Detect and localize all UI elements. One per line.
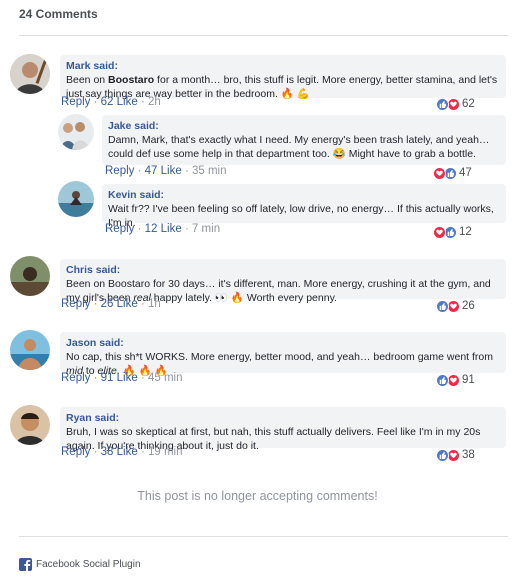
- avatar[interactable]: [58, 114, 94, 150]
- comment-author[interactable]: Chris said:: [66, 263, 500, 277]
- reaction-summary[interactable]: 47: [433, 166, 472, 180]
- comment-actions: Reply · 38 Like · 19 min: [61, 446, 183, 458]
- like-icon: [436, 299, 449, 313]
- reaction-count: 38: [462, 449, 475, 461]
- comments-closed-notice: This post is no longer accepting comment…: [137, 489, 378, 503]
- comment-bubble: Chris said: Been on Boostaro for 30 days…: [60, 259, 506, 304]
- facebook-social-plugin[interactable]: Facebook Social Plugin: [19, 558, 141, 571]
- comment-time: 35 min: [191, 165, 227, 177]
- reply-link[interactable]: Reply: [61, 298, 90, 310]
- comment-text: Damn, Mark, that's exactly what I need. …: [108, 134, 490, 160]
- like-icon: [436, 97, 449, 111]
- reaction-count: 91: [462, 374, 475, 386]
- comment-bubble: Jake said: Damn, Mark, that's exactly wh…: [102, 115, 506, 165]
- like-link[interactable]: 12 Like: [145, 223, 182, 235]
- reply-link[interactable]: Reply: [61, 446, 90, 458]
- divider: [19, 35, 508, 36]
- comment-author[interactable]: Kevin said:: [108, 188, 500, 202]
- like-link[interactable]: 47 Like: [145, 165, 182, 177]
- comment-bubble: Kevin said: Wait fr?? I've been feeling …: [102, 184, 506, 229]
- love-icon: [433, 225, 446, 239]
- avatar[interactable]: [10, 256, 50, 296]
- like-link[interactable]: 62 Like: [101, 96, 138, 108]
- comment-actions: Reply · 12 Like · 7 min: [105, 223, 221, 235]
- comment-bubble: Mark said: Been on Boostaro for a month……: [60, 55, 506, 100]
- reply-link[interactable]: Reply: [61, 372, 90, 384]
- avatar[interactable]: [10, 54, 50, 94]
- reaction-count: 62: [462, 98, 475, 110]
- comment-time: 7 min: [191, 223, 221, 235]
- comment-time: 1h: [147, 298, 161, 310]
- reply-link[interactable]: Reply: [105, 223, 134, 235]
- comment-actions: Reply · 26 Like · 1h: [61, 298, 161, 310]
- avatar[interactable]: [10, 330, 50, 370]
- reply-link[interactable]: Reply: [61, 96, 90, 108]
- comment-bubble: Jason said: No cap, this sh*t WORKS. Mor…: [60, 332, 506, 377]
- like-link[interactable]: 91 Like: [101, 372, 138, 384]
- comment-actions: Reply · 91 Like · 45 min: [61, 372, 183, 384]
- like-link[interactable]: 38 Like: [101, 446, 138, 458]
- comment-actions: Reply · 47 Like · 35 min: [105, 165, 227, 177]
- avatar[interactable]: [58, 181, 94, 217]
- comment-author[interactable]: Mark said:: [66, 59, 500, 73]
- like-link[interactable]: 26 Like: [101, 298, 138, 310]
- reaction-summary[interactable]: 38: [436, 448, 475, 462]
- like-icon: [436, 373, 449, 387]
- reaction-count: 47: [459, 167, 472, 179]
- reaction-summary[interactable]: 91: [436, 373, 475, 387]
- comment-time: 45 min: [147, 372, 183, 384]
- like-icon: [436, 448, 449, 462]
- avatar[interactable]: [10, 405, 50, 445]
- reply-link[interactable]: Reply: [105, 165, 134, 177]
- comment-count: 24 Comments: [19, 7, 98, 21]
- reaction-count: 12: [459, 226, 472, 238]
- facebook-icon: [19, 558, 32, 571]
- divider: [19, 536, 508, 537]
- reaction-summary[interactable]: 12: [433, 225, 472, 239]
- comment-author[interactable]: Jake said:: [108, 119, 500, 133]
- reaction-count: 26: [462, 300, 475, 312]
- love-icon: [433, 166, 446, 180]
- comment-actions: Reply · 62 Like · 2h: [61, 96, 161, 108]
- comment-bubble: Ryan said: Bruh, I was so skeptical at f…: [60, 407, 506, 452]
- comment-time: 19 min: [147, 446, 183, 458]
- reaction-summary[interactable]: 26: [436, 299, 475, 313]
- plugin-label: Facebook Social Plugin: [36, 559, 141, 570]
- reaction-summary[interactable]: 62: [436, 97, 475, 111]
- comment-time: 2h: [147, 96, 161, 108]
- comment-author[interactable]: Ryan said:: [66, 411, 500, 425]
- comment-author[interactable]: Jason said:: [66, 336, 500, 350]
